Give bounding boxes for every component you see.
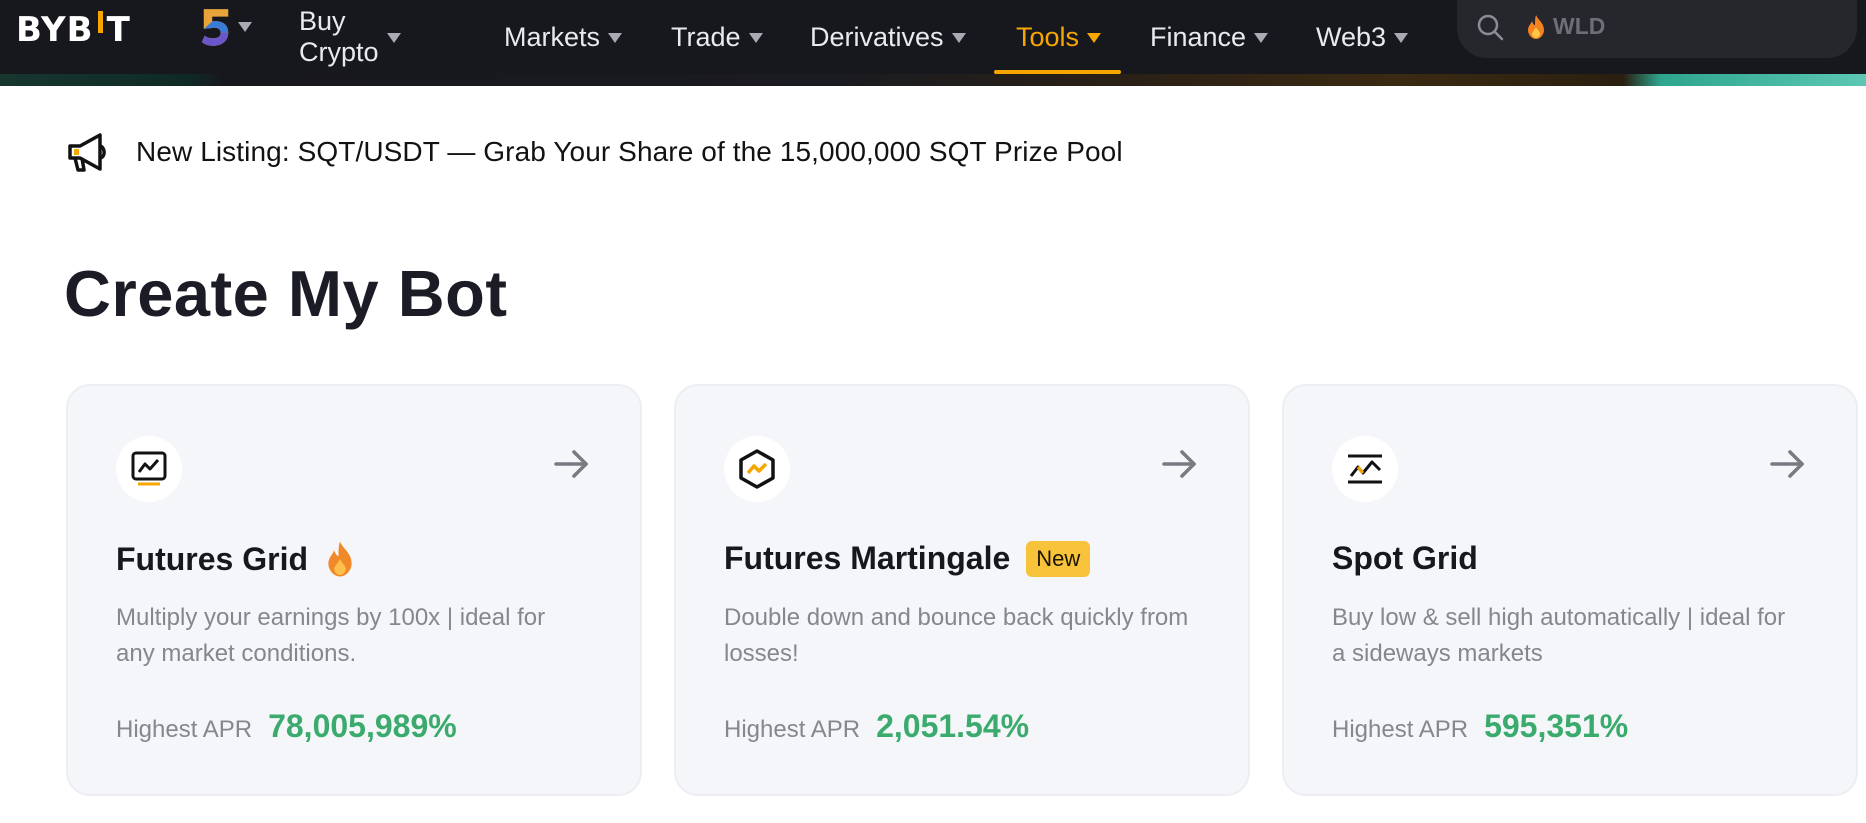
arrow-right-icon[interactable]: [1162, 448, 1198, 480]
nav-label: Derivatives: [810, 21, 944, 52]
futures-grid-icon: [116, 436, 182, 502]
chevron-down-icon: [608, 33, 623, 43]
bot-card-futures-grid[interactable]: Futures Grid Multiply your earnings by 1…: [66, 384, 642, 796]
bot-name: Futures Grid: [116, 540, 356, 578]
nav-derivatives[interactable]: Derivatives: [810, 0, 966, 74]
chevron-down-icon: [748, 33, 763, 43]
fire-icon: [1528, 15, 1544, 39]
search-icon: [1477, 14, 1504, 41]
bot-name-text: Spot Grid: [1332, 540, 1478, 576]
bot-name: Spot Grid: [1332, 540, 1478, 577]
nav-label: Finance: [1150, 21, 1247, 52]
nav-label: Markets: [504, 21, 601, 52]
arrow-right-icon[interactable]: [554, 448, 590, 480]
nav-label: Tools: [1016, 21, 1080, 52]
fire-icon: [328, 541, 352, 577]
nav-tools[interactable]: Tools: [993, 0, 1122, 74]
nav-buy-crypto[interactable]: Buy Crypto: [299, 0, 401, 74]
futures-martingale-icon: [724, 436, 790, 502]
nav-label: Buy Crypto: [299, 6, 379, 67]
nav-finance[interactable]: Finance: [1150, 0, 1269, 74]
bot-card-spot-grid[interactable]: Spot Grid Buy low & sell high automatica…: [1282, 384, 1858, 796]
bybit-logo[interactable]: BYB T: [16, 10, 131, 50]
arrow-right-icon[interactable]: [1770, 448, 1806, 480]
chevron-down-icon: [1254, 33, 1269, 43]
chevron-down-icon: [238, 22, 252, 32]
apr-value: 78,005,989%: [268, 708, 457, 744]
bot-card-futures-martingale[interactable]: Futures Martingale New Double down and b…: [674, 384, 1250, 796]
page-title: Create My Bot: [64, 257, 508, 330]
search-placeholder: WLD: [1553, 13, 1606, 39]
bot-name-text: Futures Martingale: [724, 540, 1011, 576]
apr-label: Highest APR: [116, 716, 253, 743]
chevron-down-icon: [1394, 33, 1409, 43]
anniversary-five-icon: [201, 9, 229, 46]
nav-label: Trade: [671, 21, 741, 52]
nav-label: Web3: [1316, 21, 1387, 52]
banner-edge: [0, 74, 1866, 86]
spot-grid-icon: [1332, 436, 1398, 502]
bot-description: Double down and bounce back quickly from…: [724, 604, 1189, 667]
bot-apr: Highest APR 2,051.54%: [724, 708, 1029, 745]
bot-description: Multiply your earnings by 100x | ideal f…: [116, 604, 546, 667]
nav-trade[interactable]: Trade: [671, 0, 763, 74]
chevron-down-icon: [951, 33, 966, 43]
chevron-down-icon: [386, 33, 401, 43]
bot-description: Buy low & sell high automatically | idea…: [1332, 604, 1786, 667]
megaphone-icon: [68, 133, 106, 172]
bot-apr: Highest APR 78,005,989%: [116, 708, 457, 745]
anniversary-badge[interactable]: [200, 4, 252, 50]
apr-value: 595,351%: [1484, 708, 1629, 744]
top-navbar: BYB T Buy Crypto Markets Trade Derivative…: [0, 0, 1866, 74]
apr-label: Highest APR: [1332, 716, 1469, 743]
apr-label: Highest APR: [724, 716, 861, 743]
chevron-down-icon: [1087, 33, 1102, 43]
apr-value: 2,051.54%: [876, 708, 1030, 744]
bot-name-text: Futures Grid: [116, 540, 309, 577]
bot-name: Futures Martingale New: [724, 540, 1091, 577]
new-badge: New: [1026, 540, 1091, 577]
nav-markets[interactable]: Markets: [504, 0, 623, 74]
announcement-bar[interactable]: New Listing: SQT/USDT — Grab Your Share …: [66, 130, 1123, 174]
bot-apr: Highest APR 595,351%: [1332, 708, 1628, 745]
nav-web3[interactable]: Web3: [1316, 0, 1409, 74]
announcement-text: New Listing: SQT/USDT — Grab Your Share …: [136, 136, 1123, 167]
search-input[interactable]: WLD: [1457, 0, 1857, 58]
